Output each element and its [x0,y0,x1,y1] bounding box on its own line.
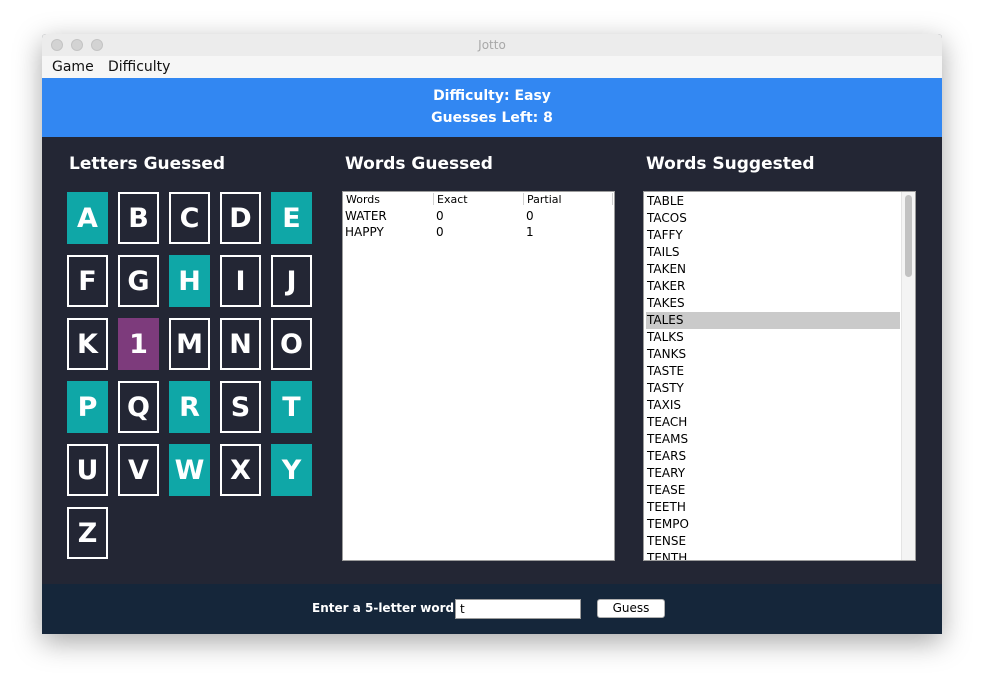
entry-bar: Enter a 5-letter word: Guess [42,584,942,634]
suggestion-item[interactable]: TEETH [646,499,900,516]
cell-word: WATER [345,209,387,223]
letter-tile: U [67,444,108,496]
cell-partial: 1 [526,225,534,239]
entry-prompt: Enter a 5-letter word: [312,601,459,615]
letter-tile: I [220,255,261,307]
suggestions-list[interactable]: TABLE TACOS TAFFY TAILS TAKEN TAKER TAKES TALES… [643,191,916,561]
menu-game[interactable]: Game [52,59,94,75]
suggestion-item[interactable]: TALKS [646,329,900,346]
suggestion-item[interactable]: TENSE [646,533,900,550]
table-row[interactable]: WATER 0 0 [343,209,614,225]
suggestion-item[interactable]: TEAMS [646,431,900,448]
suggestion-item[interactable]: TEASE [646,482,900,499]
letter-tile: X [220,444,261,496]
suggestion-item[interactable]: TAKEN [646,261,900,278]
suggestion-item[interactable]: TASTE [646,363,900,380]
letter-tile: S [220,381,261,433]
letter-tile: 1 [118,318,159,370]
suggestions-scrollbar[interactable] [901,192,915,560]
suggestion-item[interactable]: TEMPO [646,516,900,533]
letter-tile: Y [271,444,312,496]
table-row[interactable]: HAPPY 0 1 [343,225,614,241]
guess-button[interactable]: Guess [597,599,665,618]
jotto-window: Jotto Game Difficulty Difficulty: Easy G… [42,34,942,634]
letter-tile: G [118,255,159,307]
letter-tile: Z [67,507,108,559]
suggestion-item[interactable]: TAFFY [646,227,900,244]
letters-guessed-title: Letters Guessed [69,154,226,174]
column-header-partial[interactable]: Partial [524,193,613,206]
cell-exact: 0 [436,209,444,223]
letter-tile: J [271,255,312,307]
suggestion-item[interactable]: TEACH [646,414,900,431]
suggestion-item[interactable]: TEARY [646,465,900,482]
letter-tile: A [67,192,108,244]
letter-tile: P [67,381,108,433]
status-banner: Difficulty: Easy Guesses Left: 8 [42,78,942,137]
words-guessed-table: Words Exact Partial WATER 0 0 HAPPY 0 1 [342,191,615,561]
letter-tile: D [220,192,261,244]
letter-tile: Q [118,381,159,433]
words-suggested-title: Words Suggested [646,154,815,174]
suggestion-item[interactable]: TANKS [646,346,900,363]
suggestion-item[interactable]: TAKER [646,278,900,295]
letter-tile: B [118,192,159,244]
letter-tile: T [271,381,312,433]
cell-word: HAPPY [345,225,384,239]
letter-tile: K [67,318,108,370]
letter-tile: H [169,255,210,307]
suggestion-item[interactable]: TALES [646,312,900,329]
letter-tile: N [220,318,261,370]
column-header-exact[interactable]: Exact [434,193,524,206]
letter-tile: O [271,318,312,370]
suggestion-item[interactable]: TACOS [646,210,900,227]
letter-tile: R [169,381,210,433]
suggestion-item[interactable]: TAXIS [646,397,900,414]
letter-tile: V [118,444,159,496]
letter-tile: E [271,192,312,244]
menu-difficulty[interactable]: Difficulty [108,59,170,75]
words-guessed-title: Words Guessed [345,154,493,174]
letter-tile: C [169,192,210,244]
table-header: Words Exact Partial [343,192,614,206]
cell-exact: 0 [436,225,444,239]
scrollbar-thumb[interactable] [905,195,912,277]
menu-bar: Game Difficulty [42,56,942,79]
column-header-words[interactable]: Words [343,193,434,206]
guesses-left-label: Guesses Left: 8 [431,110,553,126]
suggestion-item[interactable]: TAILS [646,244,900,261]
letter-tile: W [169,444,210,496]
suggestion-item[interactable]: TENTH [646,550,900,560]
suggestion-item[interactable]: TASTY [646,380,900,397]
letter-tile: F [67,255,108,307]
suggestion-item[interactable]: TABLE [646,193,900,210]
word-input[interactable] [455,599,581,619]
letter-tile: M [169,318,210,370]
cell-partial: 0 [526,209,534,223]
suggestion-item[interactable]: TAKES [646,295,900,312]
difficulty-label: Difficulty: Easy [433,88,551,104]
window-title: Jotto [478,38,506,52]
title-bar: Jotto [42,34,942,57]
suggestion-item[interactable]: TEARS [646,448,900,465]
